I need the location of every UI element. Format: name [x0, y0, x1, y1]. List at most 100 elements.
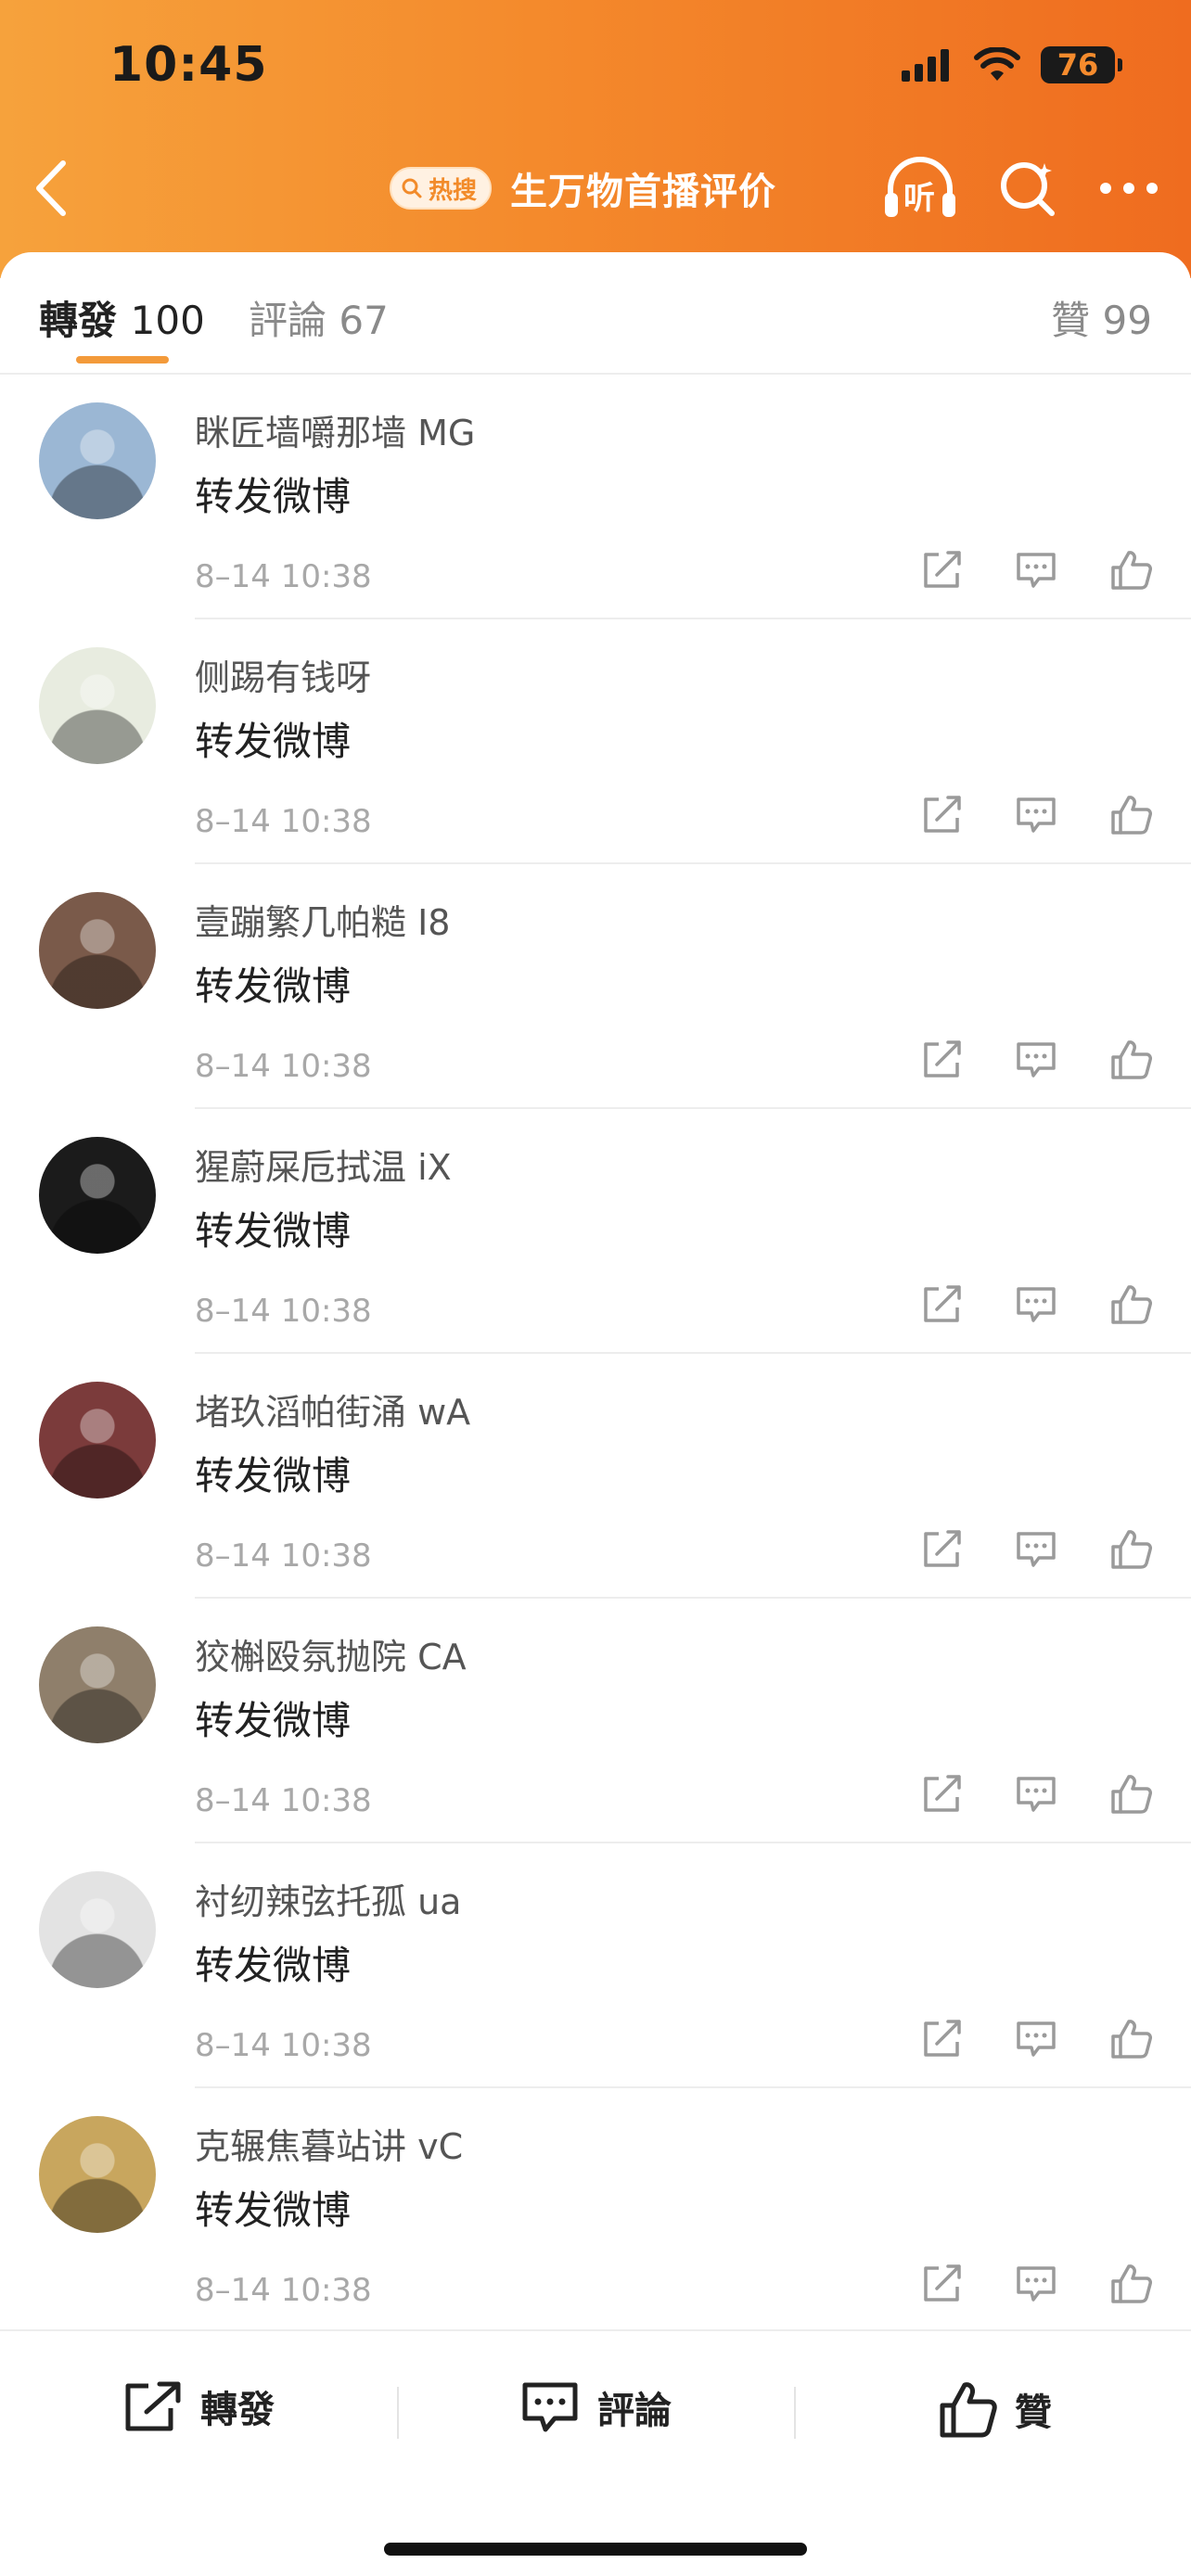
repost-list: 眯匠墙嚼那墙 MG 转发微博 8–14 10:38 侧踢有钱呀 转发微博 8–14 10:…: [0, 375, 1191, 2333]
comment-icon[interactable]: [1015, 2018, 1057, 2060]
comment-button[interactable]: 評論: [519, 2379, 672, 2435]
thumbs-up-icon[interactable]: [1109, 1283, 1152, 1326]
repost-content: 转发微博: [195, 2187, 352, 2233]
avatar[interactable]: [39, 1626, 156, 1743]
avatar[interactable]: [39, 1137, 156, 1254]
user-name[interactable]: 猩蔚屎卮拭温 iX: [195, 1139, 452, 1190]
repost-icon[interactable]: [920, 2263, 963, 2305]
repost-icon[interactable]: [920, 549, 963, 592]
user-name[interactable]: 狡槲殴氛抛院 CA: [195, 1628, 467, 1679]
search-icon: [402, 178, 422, 198]
repost-content: 转发微博: [195, 1453, 352, 1498]
hot-badge-label: 热搜: [429, 176, 478, 205]
avatar[interactable]: [39, 2116, 156, 2233]
row-actions: [920, 2018, 1152, 2060]
repost-icon[interactable]: [920, 1039, 963, 1081]
user-name[interactable]: 克辗焦暮站讲 vC: [195, 2118, 463, 2169]
tab-label: 轉發: [39, 298, 118, 343]
repost-icon[interactable]: [920, 1283, 963, 1326]
repost-row[interactable]: 壹蹦繁几帕糙 I8 转发微博 8–14 10:38: [0, 864, 1191, 1109]
tab-label: 評論: [249, 298, 327, 343]
bottom-action-bar: 轉發 評論 贊: [0, 2329, 1191, 2576]
comment-icon[interactable]: [1015, 2263, 1057, 2305]
user-name[interactable]: 侧踢有钱呀: [195, 649, 371, 700]
thumbs-up-icon[interactable]: [1109, 2018, 1152, 2060]
repost-icon[interactable]: [920, 1528, 963, 1571]
more-icon[interactable]: [1098, 179, 1159, 198]
repost-row[interactable]: 侧踢有钱呀转发微博 8–14 10:38: [0, 619, 1191, 864]
avatar[interactable]: [39, 647, 156, 764]
comment-icon[interactable]: [1015, 549, 1057, 592]
user-name[interactable]: 衬纫辣弦托孤 ua: [195, 1873, 461, 1924]
like-label: 贊: [1015, 2391, 1052, 2434]
nav-actions: 听: [881, 156, 1159, 221]
comment-icon[interactable]: [1015, 1528, 1057, 1571]
repost-content: 转发微博: [195, 719, 352, 764]
search-icon[interactable]: [998, 158, 1059, 219]
repost-row[interactable]: 堵玖滔帕街涌 wA 转发微博 8–14 10:38: [0, 1354, 1191, 1599]
repost-label: 轉發: [200, 2389, 275, 2431]
user-name[interactable]: 壹蹦繁几帕糙 I8: [195, 894, 450, 945]
avatar[interactable]: [39, 1382, 156, 1498]
comment-icon[interactable]: [1015, 794, 1057, 836]
repost-row[interactable]: 衬纫辣弦托孤 ua 转发微博 8–14 10:38: [0, 1843, 1191, 2088]
nav-title-group[interactable]: 热搜 生万物首播评价: [390, 158, 776, 219]
hot-search-badge[interactable]: 热搜: [390, 167, 493, 210]
row-actions: [920, 794, 1152, 836]
repost-content: 转发微博: [195, 963, 352, 1009]
thumbs-up-icon[interactable]: [1109, 1039, 1152, 1081]
repost-icon[interactable]: [920, 794, 963, 836]
row-actions: [920, 1039, 1152, 1081]
comment-icon[interactable]: [1015, 1039, 1057, 1081]
thumbs-up-icon[interactable]: [1109, 1528, 1152, 1571]
repost-row[interactable]: 眯匠墙嚼那墙 MG 转发微博 8–14 10:38: [0, 375, 1191, 619]
active-tab-indicator: [76, 356, 169, 363]
like-button[interactable]: 贊: [937, 2379, 1052, 2439]
listen-button[interactable]: 听: [881, 156, 959, 221]
wifi-icon: [974, 47, 1020, 81]
repost-time: 8–14 10:38: [195, 1782, 372, 1819]
repost-time: 8–14 10:38: [195, 803, 372, 840]
comment-label: 評論: [597, 2390, 672, 2432]
tab-label: 贊: [1051, 298, 1091, 343]
avatar[interactable]: [39, 1871, 156, 1988]
repost-row[interactable]: 克辗焦暮站讲 vC 转发微博 8–14 10:38: [0, 2088, 1191, 2333]
row-actions: [920, 2263, 1152, 2305]
thumbs-up-icon[interactable]: [1109, 794, 1152, 836]
repost-icon: [125, 2381, 181, 2431]
page-title: 生万物首播评价: [510, 171, 777, 213]
comment-icon[interactable]: [1015, 1773, 1057, 1816]
divider: [794, 2387, 796, 2439]
row-actions: [920, 549, 1152, 592]
tab-count: 67: [339, 298, 389, 343]
tab-likes[interactable]: 贊 99: [1051, 289, 1152, 346]
tab-reposts[interactable]: 轉發 100: [39, 289, 205, 346]
repost-content: 转发微博: [195, 1943, 352, 1988]
user-name[interactable]: 眯匠墙嚼那墙 MG: [195, 404, 475, 455]
repost-row[interactable]: 猩蔚屎卮拭温 iX 转发微博 8–14 10:38: [0, 1109, 1191, 1354]
avatar[interactable]: [39, 892, 156, 1009]
repost-time: 8–14 10:38: [195, 1537, 372, 1575]
repost-time: 8–14 10:38: [195, 1048, 372, 1085]
divider: [397, 2387, 399, 2439]
battery-indicator: 76: [1041, 46, 1122, 83]
avatar[interactable]: [39, 402, 156, 519]
thumbs-up-icon[interactable]: [1109, 2263, 1152, 2305]
thumbs-up-icon[interactable]: [1109, 549, 1152, 592]
tab-count: 99: [1102, 298, 1152, 343]
home-indicator: [384, 2543, 807, 2556]
row-actions: [920, 1283, 1152, 1326]
repost-content: 转发微博: [195, 1698, 352, 1743]
thumbs-up-icon[interactable]: [1109, 1773, 1152, 1816]
user-name[interactable]: 堵玖滔帕街涌 wA: [195, 1384, 470, 1435]
repost-icon[interactable]: [920, 2018, 963, 2060]
back-icon[interactable]: [28, 156, 74, 221]
repost-content: 转发微博: [195, 474, 352, 519]
repost-icon[interactable]: [920, 1773, 963, 1816]
comment-icon: [522, 2382, 578, 2432]
repost-row[interactable]: 狡槲殴氛抛院 CA 转发微博 8–14 10:38: [0, 1599, 1191, 1843]
comment-icon[interactable]: [1015, 1283, 1057, 1326]
tab-comments[interactable]: 評論 67: [249, 289, 389, 346]
tab-count: 100: [130, 298, 205, 343]
repost-button[interactable]: 轉發: [122, 2379, 275, 2433]
